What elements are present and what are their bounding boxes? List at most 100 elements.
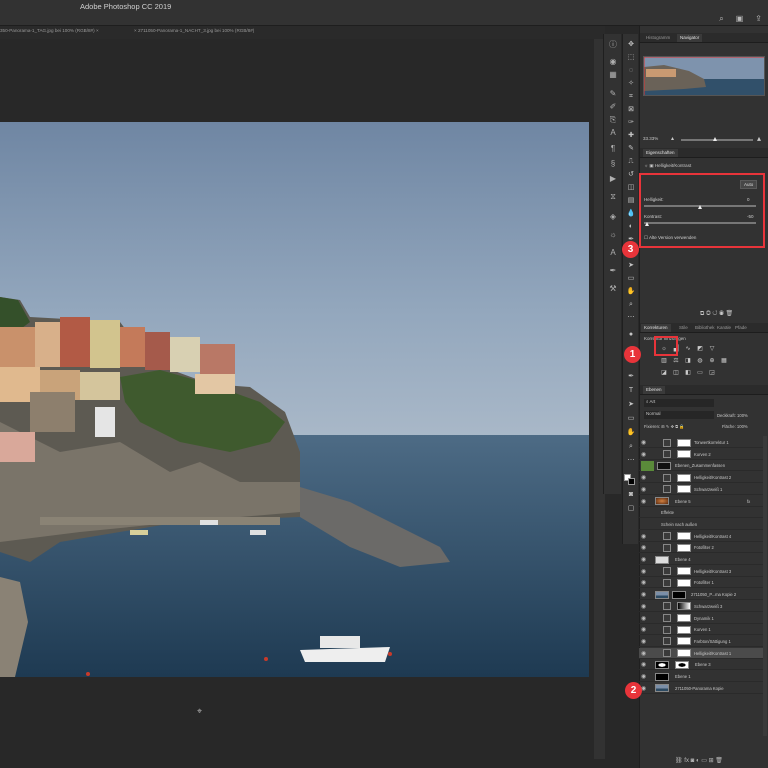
path-select-tool-icon[interactable]: ➤ bbox=[626, 261, 636, 271]
actions-icon[interactable]: ▶ bbox=[608, 174, 618, 184]
layer-mask-thumbnail[interactable] bbox=[677, 450, 691, 459]
share-icon[interactable]: ⇪ bbox=[755, 14, 762, 24]
brush-tool-icon[interactable]: ✎ bbox=[626, 144, 636, 154]
trash-icon[interactable]: 🗑 bbox=[715, 758, 723, 764]
color-icon[interactable]: ◉ bbox=[608, 57, 618, 67]
layer-mask-thumbnail[interactable] bbox=[677, 578, 691, 587]
tool-presets-icon[interactable]: ⚒ bbox=[608, 284, 618, 294]
zoom-slider-knob[interactable] bbox=[713, 137, 717, 141]
type2-tool-icon[interactable]: T bbox=[626, 386, 636, 396]
layer-mask-thumbnail[interactable] bbox=[677, 649, 691, 658]
new-layer-icon[interactable]: ⊞ bbox=[709, 758, 714, 764]
lasso-tool-icon[interactable]: ◌ bbox=[626, 66, 636, 76]
pen2-tool-icon[interactable]: ✒ bbox=[626, 372, 636, 382]
layer-row[interactable]: ◉ 2711050-Panorama Kopie bbox=[639, 683, 763, 694]
layer-name[interactable]: Kurven 2 bbox=[694, 452, 711, 457]
layer-name[interactable]: Ebene 4 bbox=[675, 557, 691, 562]
layer-name[interactable]: Ebene 1 bbox=[675, 674, 691, 679]
gradient-tool-icon[interactable]: ▤ bbox=[626, 196, 636, 206]
crop-tool-icon[interactable]: ⌗ bbox=[626, 92, 636, 102]
workspace-icon[interactable]: ▣ bbox=[736, 14, 744, 24]
zoom-tool-icon[interactable]: ⌕ bbox=[626, 300, 636, 310]
blend-mode-select[interactable]: Normal bbox=[644, 411, 714, 419]
zoom2-tool-icon[interactable]: ⌕ bbox=[626, 442, 636, 452]
eye-icon[interactable]: ◉ bbox=[641, 579, 646, 586]
selective-color-adjustment-icon[interactable]: ◲ bbox=[708, 370, 716, 377]
document-tab-2[interactable]: × 2711050-Panorama-1_NACHT_3.jpg bei 100… bbox=[134, 28, 294, 37]
shape-tool-icon[interactable]: ▭ bbox=[626, 274, 636, 284]
layer-mask-thumbnail[interactable] bbox=[672, 590, 686, 599]
zoom-in-icon[interactable]: ▴ bbox=[757, 134, 761, 143]
black-white-adjustment-icon[interactable]: ◨ bbox=[684, 358, 692, 365]
layer-name[interactable]: 2711050_P...ma Kopie 2 bbox=[691, 592, 736, 597]
healing-tool-icon[interactable]: ✚ bbox=[626, 131, 636, 141]
layer-name[interactable]: Tonwertkorrektur 1 bbox=[694, 440, 729, 445]
navigator-preview[interactable] bbox=[643, 56, 765, 96]
frame-tool-icon[interactable]: ⊠ bbox=[626, 105, 636, 115]
info-icon[interactable]: ⓘ bbox=[608, 40, 618, 50]
threshold-adjustment-icon[interactable]: ◧ bbox=[684, 370, 692, 377]
exposure-adjustment-icon[interactable]: ◩ bbox=[696, 346, 704, 353]
layer-row[interactable]: ◉ Helligkeit/Kontrast 4 bbox=[639, 531, 763, 542]
channel-mixer-adjustment-icon[interactable]: ⊕ bbox=[708, 358, 716, 365]
history-brush-tool-icon[interactable]: ↺ bbox=[626, 170, 636, 180]
add-mask-icon[interactable]: ◙ bbox=[691, 758, 695, 764]
layer-name[interactable]: Ebene 3 bbox=[695, 662, 711, 667]
layer-thumbnail[interactable] bbox=[655, 497, 669, 505]
layer-thumbnail[interactable] bbox=[655, 660, 669, 669]
close-icon[interactable]: × bbox=[96, 28, 99, 33]
layer-name[interactable]: Kurven 1 bbox=[694, 627, 711, 632]
3d-icon[interactable]: ◈ bbox=[608, 212, 618, 222]
color-balance-adjustment-icon[interactable]: ⚖ bbox=[672, 358, 680, 365]
clone-source-icon[interactable]: ⎘ bbox=[608, 115, 618, 125]
reset-icon[interactable]: ↺ bbox=[712, 311, 717, 317]
blur-tool-icon[interactable]: 💧 bbox=[626, 209, 636, 219]
brush-settings-icon[interactable]: ✎ bbox=[608, 89, 618, 99]
zoom-out-icon[interactable]: ▴ bbox=[671, 135, 674, 142]
marquee-tool-icon[interactable]: ⬚ bbox=[626, 53, 636, 63]
tab-paths[interactable]: Pfade bbox=[732, 324, 750, 332]
opacity-field[interactable]: Deckkraft: 100% bbox=[717, 413, 748, 418]
tab-channels[interactable]: Kanäle bbox=[714, 324, 734, 332]
zoom-slider[interactable] bbox=[681, 139, 753, 141]
eye-icon[interactable]: ◉ bbox=[641, 486, 646, 493]
layer-name[interactable]: Farbton/Sättigung 1 bbox=[694, 639, 731, 644]
layer-name[interactable]: 2711050-Panorama Kopie bbox=[675, 686, 724, 691]
mask-icon[interactable]: ▣ bbox=[649, 163, 653, 168]
eye-icon[interactable]: ◉ bbox=[641, 661, 646, 668]
layer-row[interactable]: ◉ Kurven 1 bbox=[639, 624, 763, 636]
layer-name[interactable]: Effekte bbox=[661, 510, 674, 515]
layer-row[interactable]: ◉ Kurven 2 bbox=[639, 449, 763, 460]
layer-name[interactable]: Helligkeit/Kontrast 4 bbox=[694, 534, 731, 539]
paragraph-icon[interactable]: ¶ bbox=[608, 144, 618, 154]
eye-icon[interactable]: ◉ bbox=[641, 439, 646, 446]
close-icon[interactable]: × bbox=[134, 28, 137, 33]
posterize-adjustment-icon[interactable]: ◫ bbox=[672, 370, 680, 377]
layer-row[interactable]: ◉ Ebene 4 bbox=[639, 554, 763, 565]
eye-icon[interactable]: ◉ bbox=[641, 498, 646, 505]
layer-thumbnail[interactable] bbox=[655, 672, 669, 681]
layer-row[interactable]: ◉ 2711050_P...ma Kopie 2 bbox=[639, 589, 763, 601]
new-adjustment-icon[interactable]: ◐ bbox=[696, 758, 700, 764]
curves-adjustment-icon[interactable]: ∿ bbox=[684, 346, 692, 353]
eye-icon[interactable]: ◉ bbox=[641, 544, 646, 551]
delete-icon[interactable]: 🗑 bbox=[726, 311, 734, 317]
layer-mask-thumbnail[interactable] bbox=[677, 567, 691, 576]
tab-styles[interactable]: Stile bbox=[676, 324, 691, 332]
eye-icon[interactable]: ◉ bbox=[641, 591, 646, 598]
eye-icon[interactable]: ◉ bbox=[641, 626, 646, 633]
gradient-map-adjustment-icon[interactable]: ▭ bbox=[696, 370, 704, 377]
fill-field[interactable]: Fläche: 100% bbox=[722, 424, 748, 429]
layer-row[interactable]: Schein nach außen bbox=[639, 519, 763, 530]
move-tool-icon[interactable]: ✥ bbox=[626, 40, 636, 50]
layer-name[interactable]: Ebenen_Zusammenfassen bbox=[675, 463, 725, 468]
more-tools-icon[interactable]: ⋯ bbox=[626, 456, 636, 466]
layer-mask-thumbnail[interactable] bbox=[677, 543, 691, 552]
layer-mask-thumbnail[interactable] bbox=[677, 485, 691, 494]
layer-row[interactable]: ◉ Fotofilter 2 bbox=[639, 542, 763, 554]
swatches-icon[interactable]: ▦ bbox=[608, 70, 618, 80]
stamp-tool-icon[interactable]: ⎍ bbox=[626, 157, 636, 167]
document-tab-1[interactable]: 350-Panorama-1_TAG.jpg bei 100% (RGB/8#)… bbox=[0, 28, 128, 37]
layer-fx-badge[interactable]: fx bbox=[747, 499, 750, 504]
eye-icon[interactable]: ◉ bbox=[641, 568, 646, 575]
